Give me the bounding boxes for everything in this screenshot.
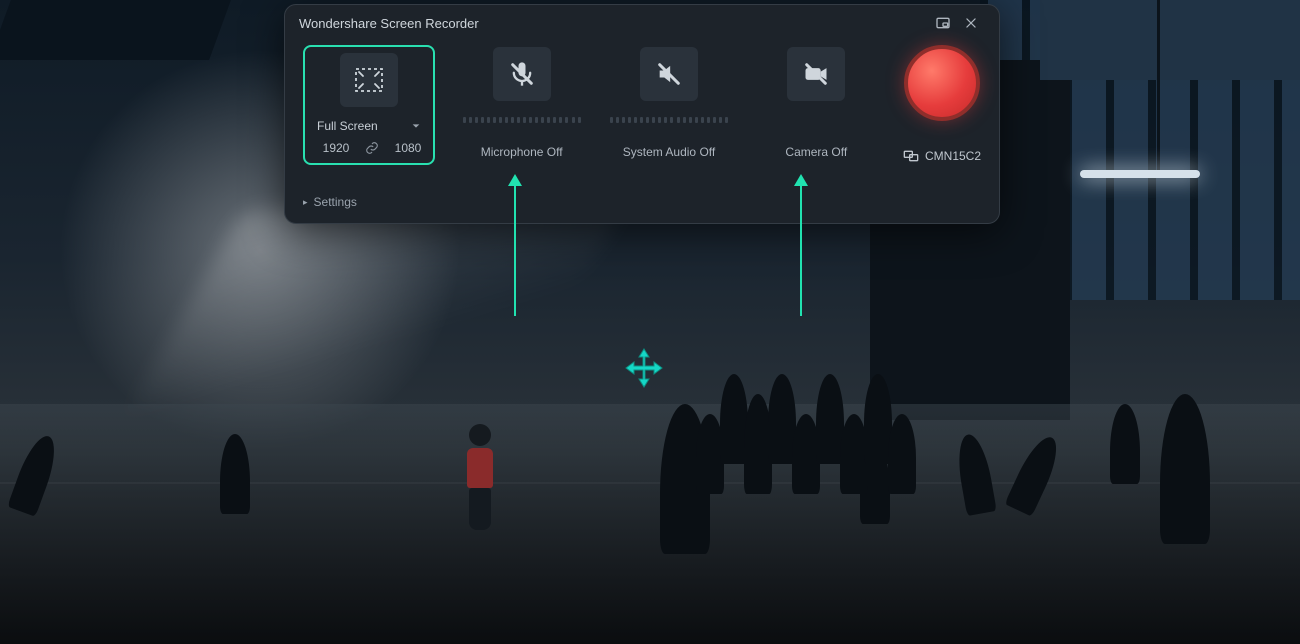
move-cursor-icon[interactable] (623, 347, 665, 389)
microphone-label: Microphone Off (481, 145, 563, 159)
background-beam (1040, 0, 1300, 80)
camera-toggle-button[interactable] (787, 47, 845, 101)
microphone-toggle-button[interactable] (493, 47, 551, 101)
recorder-panel: Wondershare Screen Recorder Full Screen (284, 4, 1000, 224)
settings-expander[interactable]: ▸ Settings (303, 195, 357, 209)
microphone-off-icon (508, 60, 536, 88)
screen-capture-group: Full Screen (303, 45, 435, 165)
monitors-icon (903, 149, 919, 163)
system-audio-module: System Audio Off (608, 45, 729, 159)
panel-header: Wondershare Screen Recorder (285, 5, 999, 41)
link-icon (365, 141, 379, 155)
camera-label: Camera Off (785, 145, 847, 159)
capture-area-button[interactable] (340, 53, 398, 107)
background-beam (0, 0, 231, 60)
close-button[interactable] (957, 11, 985, 35)
background-lamp (1080, 170, 1200, 178)
capture-mode-label: Full Screen (317, 119, 378, 133)
record-button[interactable] (904, 45, 980, 121)
monitor-name: CMN15C2 (925, 149, 981, 163)
system-audio-level-slider[interactable] (610, 115, 728, 125)
close-icon (964, 16, 978, 30)
lock-aspect-button[interactable] (363, 141, 381, 155)
silhouette-boy (460, 424, 500, 544)
background-lightray (116, 210, 623, 430)
monitor-select[interactable]: CMN15C2 (903, 149, 981, 163)
camera-off-icon (802, 60, 830, 88)
triangle-right-icon: ▸ (303, 197, 308, 208)
background-floorline (0, 482, 1300, 484)
system-audio-label: System Audio Off (623, 145, 716, 159)
capture-mode-select[interactable]: Full Screen (315, 115, 423, 135)
pip-icon (935, 15, 951, 31)
annotation-arrow (800, 176, 802, 316)
chevron-down-icon (411, 121, 421, 131)
panel-title: Wondershare Screen Recorder (299, 16, 479, 31)
record-module: CMN15C2 (903, 45, 981, 163)
camera-module: Camera Off (756, 45, 877, 159)
system-audio-toggle-button[interactable] (640, 47, 698, 101)
minimize-to-tray-button[interactable] (929, 11, 957, 35)
width-input[interactable] (315, 141, 357, 155)
annotation-arrow (514, 176, 516, 316)
resolution-row (315, 141, 423, 155)
background-floor (0, 404, 1300, 644)
speaker-off-icon (655, 60, 683, 88)
mic-level-slider[interactable] (463, 115, 581, 125)
silhouette-crowd (700, 374, 960, 494)
capture-area-icon (354, 67, 384, 93)
background-lamp-cable (1157, 0, 1160, 175)
height-input[interactable] (387, 141, 429, 155)
settings-label: Settings (314, 195, 357, 209)
microphone-module: Microphone Off (461, 45, 582, 159)
